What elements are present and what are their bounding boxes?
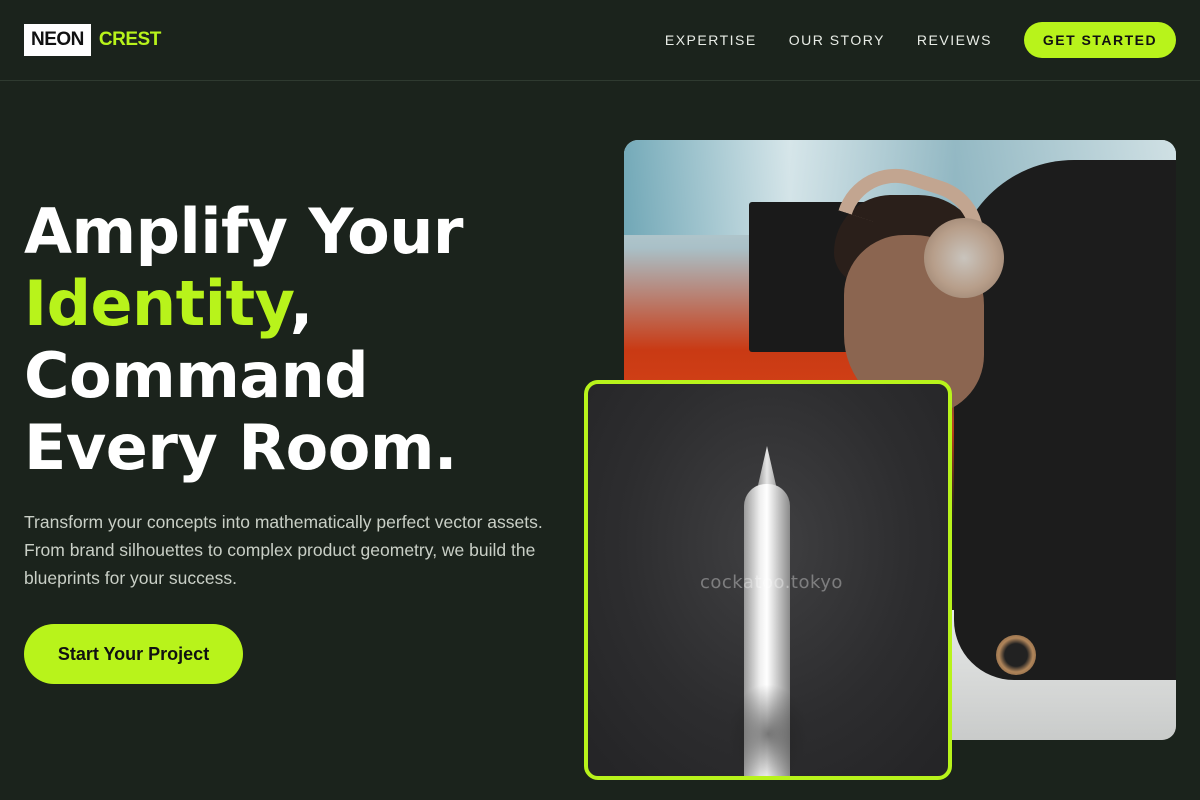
stylus-shadow — [728, 684, 808, 776]
headline-comma: , — [289, 267, 314, 340]
get-started-button[interactable]: GET STARTED — [1024, 22, 1176, 58]
headline-line-2: Identity, — [24, 268, 604, 340]
headline-line-4: Every Room. — [24, 411, 457, 484]
site-header: NEON CREST EXPERTISE OUR STORY REVIEWS G… — [0, 0, 1200, 81]
logo-boxed-text: NEON — [24, 24, 91, 56]
watermark-text: cockatoo.tokyo — [700, 572, 843, 593]
nav-link-our-story[interactable]: OUR STORY — [789, 32, 885, 48]
main-nav: EXPERTISE OUR STORY REVIEWS GET STARTED — [665, 22, 1176, 58]
start-project-button[interactable]: Start Your Project — [24, 624, 243, 684]
headline-line-1: Amplify Your — [24, 195, 463, 268]
landing-page: NEON CREST EXPERTISE OUR STORY REVIEWS G… — [0, 0, 1200, 800]
stylus-photo: cockatoo.tokyo — [584, 380, 952, 780]
headline-line-3: Command — [24, 339, 369, 412]
logo[interactable]: NEON CREST — [24, 24, 161, 56]
nav-link-expertise[interactable]: EXPERTISE — [665, 32, 757, 48]
hero-headline: Amplify Your Identity, Command Every Roo… — [24, 196, 604, 484]
headline-accent-word: Identity — [24, 267, 290, 340]
watch-icon — [996, 635, 1036, 675]
logo-accent-text: CREST — [98, 29, 161, 50]
headphones-icon — [924, 218, 1004, 298]
nav-link-reviews[interactable]: REVIEWS — [917, 32, 992, 48]
hero-description: Transform your concepts into mathematica… — [24, 512, 543, 588]
